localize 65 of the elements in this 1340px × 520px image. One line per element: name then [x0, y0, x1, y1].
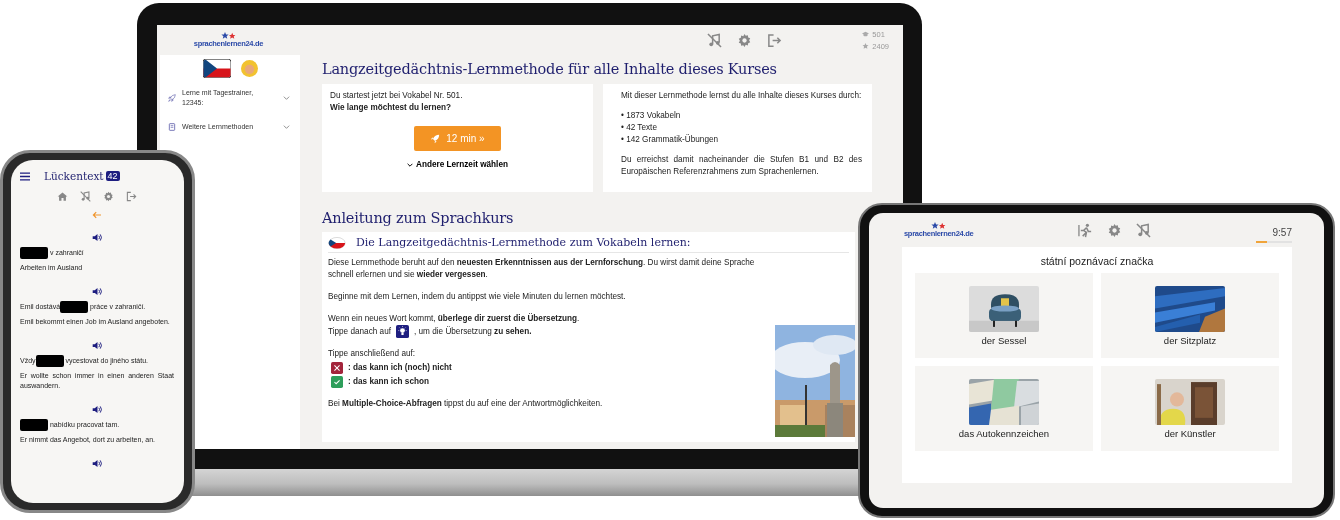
- blank-field[interactable]: [20, 419, 48, 431]
- guide-text: Bei Multiple-Choice-Abfragen tippst du auf eine der Antwortmöglichkeiten.: [328, 398, 604, 410]
- guide-text: Beginne mit dem Lernen, indem du antippst wie viele Minuten du lernen möchtest.: [328, 291, 627, 303]
- blank-field[interactable]: [20, 247, 48, 259]
- muted-music-icon[interactable]: [707, 32, 723, 48]
- blank-field[interactable]: [60, 301, 89, 313]
- blank-field[interactable]: [35, 355, 64, 367]
- logout-icon[interactable]: [767, 32, 783, 48]
- cross-icon: [331, 362, 343, 374]
- count-badge: 42: [105, 171, 120, 181]
- list-item: • 1873 Vokabeln: [621, 110, 682, 122]
- start-text: Du startest jetzt bei Vokabel Nr. 501.: [330, 90, 464, 102]
- speaker-icon[interactable]: [91, 405, 103, 414]
- speaker-icon[interactable]: [91, 341, 103, 350]
- graduation-cap-icon: [862, 31, 870, 37]
- chevron-icon: [407, 162, 414, 167]
- list-item: • 142 Grammatik-Übungen: [621, 134, 720, 146]
- speaker-icon[interactable]: [91, 459, 103, 468]
- guide-text: : das kann ich (noch) nicht: [348, 362, 452, 374]
- guide-text: : das kann ich schon: [348, 376, 429, 388]
- other-time-link[interactable]: Andere Lernzeit wählen: [407, 160, 508, 169]
- guide-text: Wenn ein neues Wort kommt, überlege dir zuerst die Übersetzung.: [328, 313, 581, 325]
- star-icon: [862, 43, 870, 49]
- settings-icon[interactable]: [103, 191, 114, 202]
- chevron-icon: [283, 125, 290, 129]
- czech-flag-icon[interactable]: [202, 59, 231, 78]
- rocket-icon: [430, 133, 441, 144]
- guide-text: Tippe anschließend auf:: [328, 348, 417, 360]
- menu-icon[interactable]: [20, 171, 30, 181]
- speaker-icon[interactable]: [91, 233, 103, 242]
- muted-music-icon[interactable]: [1136, 222, 1152, 238]
- prompt-text: státní poznávací značka: [1039, 255, 1155, 267]
- stars-icon: [930, 222, 947, 230]
- info-text: Du erreichst damit nacheinander die Stufen B1 und B2 des Europäischen Referenzrahmens zum Sprachenlernen.: [621, 154, 862, 178]
- app-title: Lückentext: [44, 170, 104, 182]
- book-icon: [168, 123, 176, 131]
- logout-icon[interactable]: [126, 191, 137, 202]
- answer-option[interactable]: der Sitzplatz: [1101, 273, 1279, 358]
- home-icon[interactable]: [57, 191, 68, 202]
- check-icon: [331, 376, 343, 388]
- settings-icon[interactable]: [1107, 222, 1123, 238]
- guide-text: Tippe danach auf: [328, 325, 391, 338]
- czech-flag-icon: [328, 236, 346, 249]
- question-text: Wie lange möchtest du lernen?: [330, 102, 452, 114]
- speaker-icon[interactable]: [91, 287, 103, 296]
- guide-text: Diese Lernmethode beruht auf den neuesten Erkenntnissen aus der Lernforschung. Du wirst damit deine Sprache schnell erlernen und sie wieder vergessen.: [328, 257, 756, 281]
- settings-icon[interactable]: [737, 32, 753, 48]
- rocket-icon: [168, 94, 176, 102]
- info-text: Mit dieser Lernmethode lernst du alle Inhalte dieses Kurses durch:: [621, 90, 862, 102]
- back-arrow-icon[interactable]: [92, 211, 102, 219]
- chevron-icon: [283, 96, 290, 100]
- muted-music-icon[interactable]: [80, 191, 91, 202]
- avatar-icon[interactable]: [240, 60, 258, 77]
- list-item: • 42 Texte: [621, 122, 658, 134]
- guide-text: , um die Übersetzung zu sehen.: [414, 325, 532, 338]
- page-heading: Langzeitgedächtnis-Lernmethode für alle Inhalte dieses Kurses: [322, 61, 778, 77]
- running-figure-icon[interactable]: [1078, 222, 1094, 238]
- answer-option[interactable]: der Sessel: [915, 273, 1093, 358]
- guide-title: Die Langzeitgedächtnis-Lernmethode zum Vokabeln lernen:: [356, 236, 691, 249]
- lightbulb-icon: [396, 325, 409, 338]
- answer-option[interactable]: der Künstler: [1101, 366, 1279, 451]
- timer-text: 9:57: [1272, 227, 1292, 238]
- section-heading: Anleitung zum Sprachkurs: [322, 210, 515, 226]
- answer-option[interactable]: das Autokennzeichen: [915, 366, 1093, 451]
- stars-icon: [220, 32, 237, 40]
